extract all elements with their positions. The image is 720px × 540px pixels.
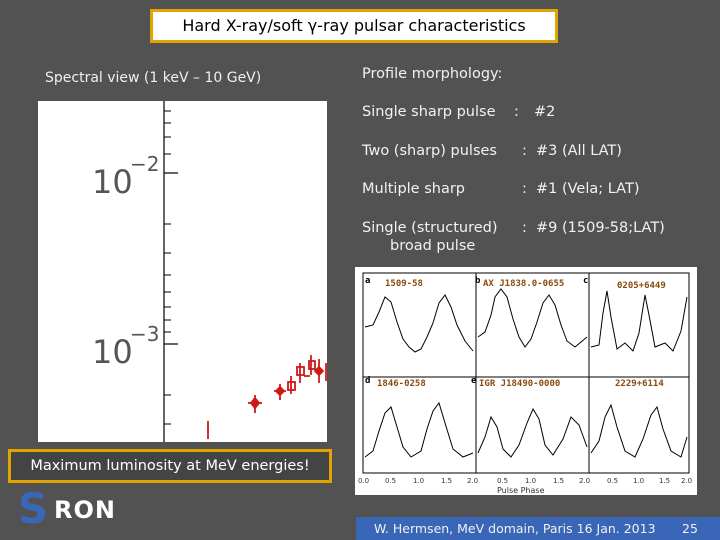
- morphology-row-label: Two (sharp) pulses: [362, 143, 497, 159]
- profile-traces: [364, 288, 688, 458]
- profile-panel-name: 0205+6449: [617, 281, 666, 291]
- profile-panel-letter: c: [583, 276, 588, 286]
- profile-xtick: 0.5: [497, 477, 508, 485]
- profile-xtick: 2.0: [681, 477, 692, 485]
- profile-xtick: 1.5: [659, 477, 670, 485]
- profile-xtick: 2.0: [579, 477, 590, 485]
- sron-logo: S RON: [18, 484, 118, 534]
- profile-xtick: 1.5: [441, 477, 452, 485]
- morphology-row-sep: :: [522, 181, 527, 197]
- profile-panel-name: 1846-0258: [377, 379, 426, 389]
- morphology-row-label: Single (structured): [362, 220, 498, 236]
- profile-panel-name: 1509-58: [385, 279, 423, 289]
- spectral-view-label: Spectral view (1 keV – 10 GeV): [45, 70, 262, 86]
- morphology-heading: Profile morphology:: [362, 66, 503, 82]
- footer-citation: W. Hermsen, MeV domain, Paris 16 Jan. 20…: [374, 521, 656, 536]
- profile-panel-name: AX J1838.0-0655: [483, 279, 564, 289]
- profile-xtick: 1.5: [553, 477, 564, 485]
- slide-title: Hard X-ray/soft γ-ray pulsar characteris…: [150, 9, 558, 43]
- profile-xtick: 1.0: [525, 477, 536, 485]
- morphology-row-value: #9 (1509-58;LAT): [536, 220, 665, 236]
- profile-panel-letter: e: [471, 376, 477, 386]
- profile-xtick: 1.0: [633, 477, 644, 485]
- pulse-profile-svg: a 1509-58 b AX J1838.0-0655 c 0205+6449 …: [358, 272, 692, 495]
- pulse-profile-figure: a 1509-58 b AX J1838.0-0655 c 0205+6449 …: [355, 267, 697, 495]
- spectrum-ytick-exp-lower: −3: [130, 322, 159, 346]
- spectrum-plot-svg: 10 −2 10 −3: [92, 101, 327, 442]
- morphology-row-label: Single sharp pulse: [362, 104, 496, 120]
- spectrum-ytick-label-lower: 10: [92, 333, 133, 371]
- morphology-row-label: Multiple sharp: [362, 181, 466, 197]
- spectrum-ytick-exp-upper: −2: [130, 152, 159, 176]
- profile-xtick: 0.0: [358, 477, 369, 485]
- profile-xlabel: Pulse Phase: [497, 486, 545, 495]
- profile-panel-letter: a: [365, 276, 370, 286]
- profile-panel-name: IGR J18490-0000: [479, 379, 560, 389]
- sron-logo-ron: RON: [54, 496, 116, 524]
- profile-xtick: 2.0: [467, 477, 478, 485]
- morphology-row-sep: :: [514, 104, 519, 120]
- morphology-row-sep: :: [522, 220, 527, 236]
- spectrum-minor-ticks: [164, 110, 171, 425]
- profile-xtick: 0.5: [607, 477, 618, 485]
- profile-xtick: 0.5: [385, 477, 396, 485]
- profile-panel-letter: d: [365, 376, 370, 386]
- profile-frames: [362, 272, 690, 474]
- spectrum-data-points: [207, 355, 327, 439]
- morphology-row-value: #1 (Vela; LAT): [536, 181, 640, 197]
- morphology-row-value: #3 (All LAT): [536, 143, 622, 159]
- profile-panel-letter: b: [475, 276, 481, 286]
- profile-panel-name: 2229+6114: [615, 379, 664, 389]
- spectrum-plot: 10 −2 10 −3: [38, 101, 327, 442]
- luminosity-callout: Maximum luminosity at MeV energies!: [8, 449, 332, 483]
- morphology-row-sub: broad pulse: [390, 238, 476, 254]
- morphology-row-value: #2: [534, 104, 556, 120]
- spectrum-ytick-label-upper: 10: [92, 163, 133, 201]
- sron-logo-s: S: [18, 484, 49, 533]
- page-number: 25: [682, 521, 698, 536]
- morphology-row-sep: :: [522, 143, 527, 159]
- profile-xtick: 1.0: [413, 477, 424, 485]
